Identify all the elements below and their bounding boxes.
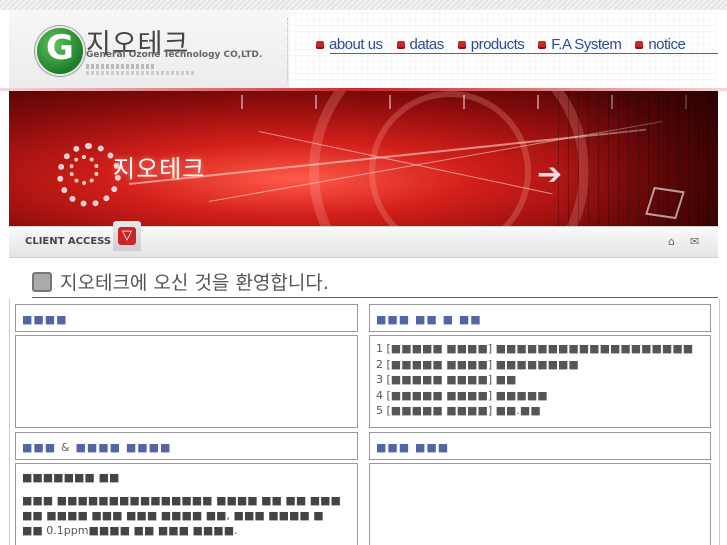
panel-left-top-header[interactable]: ■■■■: [15, 304, 358, 332]
top-stripe: [0, 0, 727, 10]
nav-products[interactable]: products: [457, 36, 525, 53]
home-icon[interactable]: ⌂: [668, 235, 675, 248]
panel-right-bottom-header[interactable]: ■■■ ■■■: [369, 432, 711, 460]
panel-right-top-header[interactable]: ■■■ ■■ ■ ■■: [369, 304, 711, 332]
banner-dotted-circle-inner: [69, 155, 99, 185]
panel-body-heading: ■■■■■■■ ■■: [22, 471, 120, 484]
panel-right-bottom-body: [369, 463, 711, 545]
welcome-heading: 지오테크에 오신 것을 환영합니다.: [32, 268, 329, 295]
list-item[interactable]: 3 [■■■■■ ■■■■] ■■: [376, 372, 693, 388]
panel-title: ■■■ & ■■■■ ■■■■: [22, 441, 172, 454]
panel-left-bottom-header[interactable]: ■■■ & ■■■■ ■■■■: [15, 432, 358, 460]
mail-icon[interactable]: ✉: [690, 235, 699, 248]
list-item[interactable]: 1 [■■■■■ ■■■■] ■■■■■■■■■■■■■■■■■■■: [376, 341, 693, 357]
nav-underline: [330, 53, 718, 54]
client-access-button[interactable]: ▽: [113, 221, 141, 251]
list-item[interactable]: 2 [■■■■■ ■■■■] ■■■■■■■■: [376, 357, 693, 373]
chevron-down-icon: ▽: [118, 227, 136, 245]
client-access-label: CLIENT ACCESS: [25, 236, 112, 247]
banner-title: 지오테크: [113, 155, 206, 183]
panel-title: ■■■■: [22, 313, 68, 326]
nav-about-us[interactable]: about us: [316, 36, 383, 53]
logo-fine-print: [86, 64, 156, 69]
list-item[interactable]: 5 [■■■■■ ■■■■] ■■.■■: [376, 403, 693, 419]
logo-g-icon[interactable]: G: [35, 26, 85, 76]
nav-datas[interactable]: datas: [396, 36, 444, 53]
list-item[interactable]: 4 [■■■■■ ■■■■] ■■■■■: [376, 388, 693, 404]
nav-bullet-icon: [396, 40, 405, 49]
panel-title: ■■■ ■■■: [376, 441, 450, 454]
hero-banner: 지오테크 ➔: [9, 91, 718, 226]
panel-body-line: ■■ ■■■■ ■■■ ■■■ ■■■■ ■■, ■■■ ■■■■ ■: [22, 509, 324, 522]
panel-left-top-body: [15, 335, 358, 428]
arrow-right-icon: ➔: [537, 157, 563, 192]
welcome-underline: [32, 297, 718, 298]
panel-title: ■■■ ■■ ■ ■■: [376, 313, 482, 326]
main-nav: about us datas products F.A System notic…: [316, 36, 686, 53]
nav-bullet-icon: [457, 40, 466, 49]
panel-body-line: ■■ 0.1ppm■■■■ ■■ ■■■ ■■■■.: [22, 524, 238, 537]
banner-grid: [558, 91, 718, 226]
nav-notice[interactable]: notice: [635, 36, 686, 53]
panel-body-line: ■■■ ■■■■■■■■■■■■■■■ ■■■■ ■■ ■■ ■■■: [22, 494, 341, 507]
square-bullet-icon: [32, 271, 52, 292]
logo-fine-print-2: [86, 71, 196, 75]
header-divider: [287, 18, 288, 82]
panel-left-bottom-body: ■■■■■■■ ■■ ■■■ ■■■■■■■■■■■■■■■ ■■■■ ■■ ■…: [15, 463, 358, 545]
nav-fa-system[interactable]: F.A System: [538, 36, 622, 53]
nav-bullet-icon: [635, 40, 644, 49]
nav-bullet-icon: [316, 40, 324, 49]
company-name-english: General Ozone Technology CO,LTD.: [86, 50, 263, 60]
welcome-text: 지오테크에 오신 것을 환영합니다.: [60, 272, 329, 294]
panel-news-list: 1 [■■■■■ ■■■■] ■■■■■■■■■■■■■■■■■■■ 2 [■■…: [369, 335, 711, 428]
nav-bullet-icon: [538, 40, 547, 49]
